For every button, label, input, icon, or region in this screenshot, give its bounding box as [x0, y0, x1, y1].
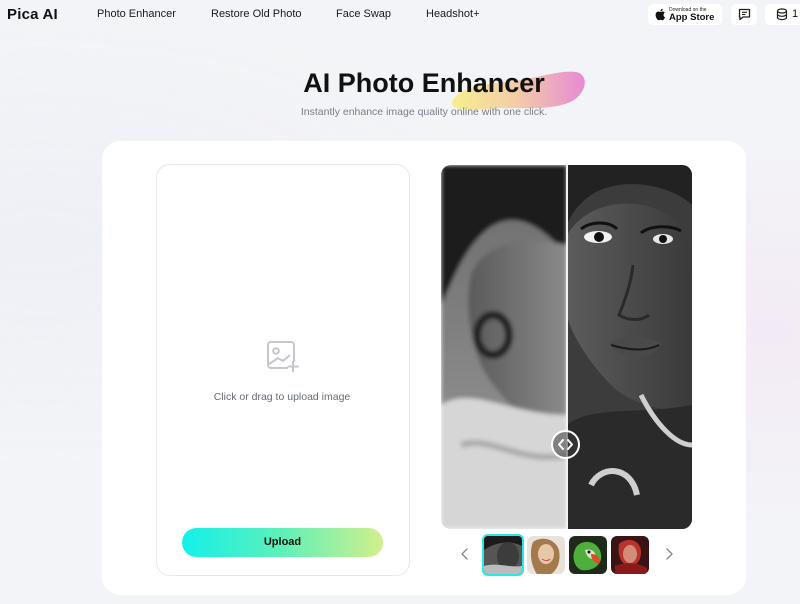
nav-restore-old-photo[interactable]: Restore Old Photo: [211, 8, 302, 20]
page-title: AI Photo Enhancer: [303, 68, 545, 98]
thumbnail-red-portrait[interactable]: [611, 536, 649, 574]
compare-handle-icon: [558, 439, 573, 450]
logo[interactable]: Pica AI: [7, 6, 58, 23]
coins-icon: [776, 8, 788, 21]
hero: AI Photo Enhancer: [0, 68, 800, 99]
credits-count: 1: [792, 8, 799, 20]
feedback-button[interactable]: [731, 4, 757, 25]
upload-hint: Click or drag to upload image: [213, 391, 351, 403]
thumbnail-woman-bw[interactable]: [482, 534, 524, 576]
chevron-left-icon[interactable]: [458, 546, 472, 562]
thumbnail-parrot[interactable]: [569, 536, 607, 574]
apple-icon: [655, 8, 666, 21]
top-header: Pica AI Photo Enhancer Restore Old Photo…: [0, 0, 800, 30]
page-subtitle: Instantly enhance image quality online w…: [300, 106, 548, 118]
app-store-button[interactable]: Download on the App Store: [648, 4, 722, 25]
feedback-icon: [738, 8, 751, 21]
image-upload-icon: [267, 341, 299, 372]
app-store-big-text: App Store: [669, 12, 715, 23]
thumbnail-woman-smiling[interactable]: [527, 536, 565, 574]
nav-photo-enhancer[interactable]: Photo Enhancer: [97, 8, 176, 20]
compare-handle[interactable]: [551, 430, 580, 459]
chevron-right-icon[interactable]: [662, 546, 676, 562]
nav-headshot[interactable]: Headshot+: [426, 8, 480, 20]
nav-face-swap[interactable]: Face Swap: [336, 8, 391, 20]
upload-button[interactable]: Upload: [182, 528, 383, 557]
compare-divider: [566, 165, 568, 529]
